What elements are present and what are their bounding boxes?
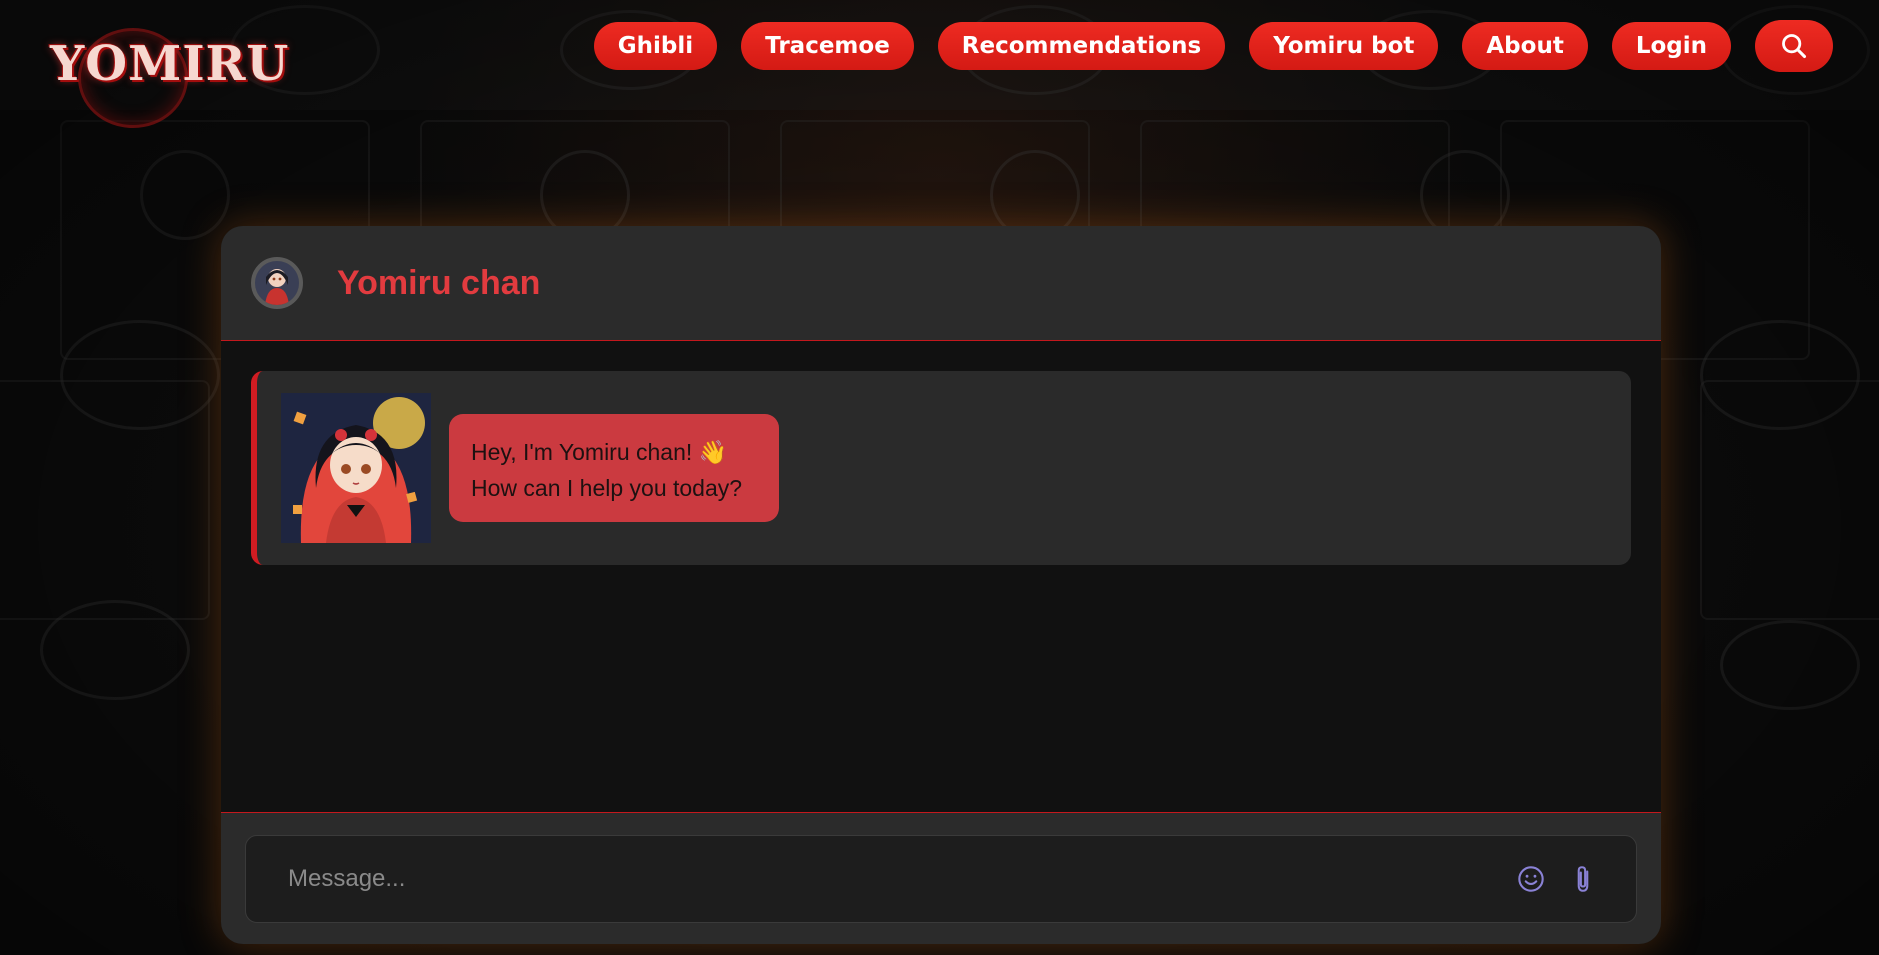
- chat-composer: [221, 812, 1661, 944]
- logo-text: YOMIRU: [50, 36, 290, 92]
- search-icon: [1782, 34, 1807, 59]
- bot-message-line-2: How can I help you today?: [471, 475, 743, 501]
- bot-message-bubble: Hey, I'm Yomiru chan! 👋 How can I help y…: [449, 414, 779, 522]
- message-input[interactable]: [245, 835, 1637, 923]
- nav-tracemoe-button[interactable]: Tracemoe: [741, 22, 914, 70]
- bot-message: Hey, I'm Yomiru chan! 👋 How can I help y…: [251, 371, 1631, 565]
- yomiru-logo[interactable]: YOMIRU: [50, 18, 288, 128]
- nav-yomiru-bot-button[interactable]: Yomiru bot: [1249, 22, 1439, 70]
- nav-recommendations-button[interactable]: Recommendations: [937, 22, 1226, 70]
- chat-window: Yomiru chan Hey, I'm Yomiru chan! 👋 How …: [221, 226, 1661, 944]
- nav-login-button[interactable]: Login: [1611, 22, 1731, 70]
- chat-messages: Hey, I'm Yomiru chan! 👋 How can I help y…: [221, 341, 1661, 813]
- smile-icon: [1518, 866, 1544, 892]
- attach-button[interactable]: [1563, 857, 1603, 901]
- nav-about-button[interactable]: About: [1462, 22, 1588, 70]
- emoji-button[interactable]: [1511, 857, 1551, 901]
- bot-header-avatar: [251, 257, 303, 309]
- chat-header: Yomiru chan: [221, 226, 1661, 341]
- nav-ghibli-button[interactable]: Ghibli: [593, 22, 718, 70]
- search-button[interactable]: [1755, 20, 1833, 72]
- bot-avatar: [281, 393, 431, 543]
- top-nav: Ghibli Tracemoe Recommendations Yomiru b…: [593, 20, 1833, 72]
- chat-title: Yomiru chan: [337, 263, 541, 302]
- paperclip-icon: [1577, 866, 1589, 892]
- bot-message-line-1: Hey, I'm Yomiru chan! 👋: [471, 439, 728, 465]
